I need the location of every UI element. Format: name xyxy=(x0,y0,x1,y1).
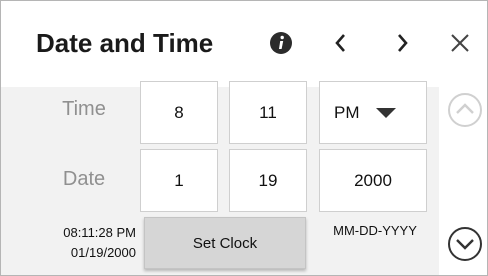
chevron-down-circle-icon[interactable] xyxy=(446,225,484,263)
date-format-label: MM-DD-YYYY xyxy=(333,223,417,238)
current-time: 08:11:28 PM xyxy=(63,225,136,240)
date-label: Date xyxy=(62,168,106,190)
set-clock-button[interactable]: Set Clock xyxy=(144,217,306,269)
ampm-value: PM xyxy=(334,102,360,122)
chevron-left-icon[interactable] xyxy=(331,32,351,54)
dialog-header: Date and Time xyxy=(1,1,487,87)
current-date: 01/19/2000 xyxy=(70,245,136,260)
info-icon[interactable] xyxy=(269,31,293,55)
time-label: Time xyxy=(62,98,106,120)
chevron-up-circle-icon[interactable] xyxy=(446,91,484,129)
chevron-right-icon[interactable] xyxy=(392,32,412,54)
day-field[interactable]: 19 xyxy=(229,149,307,212)
date-time-dialog: Date and Time Time 8 11 PM Date 1 19 200… xyxy=(0,0,488,276)
year-field[interactable]: 2000 xyxy=(319,149,427,212)
hour-field[interactable]: 8 xyxy=(140,81,218,144)
ampm-select[interactable]: PM xyxy=(319,81,427,144)
dialog-title: Date and Time xyxy=(36,28,214,58)
caret-down-icon xyxy=(375,107,396,118)
month-field[interactable]: 1 xyxy=(140,149,218,212)
current-datetime: 08:11:28 PM 01/19/2000 xyxy=(11,223,136,263)
minute-field[interactable]: 11 xyxy=(229,81,307,144)
close-icon[interactable] xyxy=(449,32,471,54)
